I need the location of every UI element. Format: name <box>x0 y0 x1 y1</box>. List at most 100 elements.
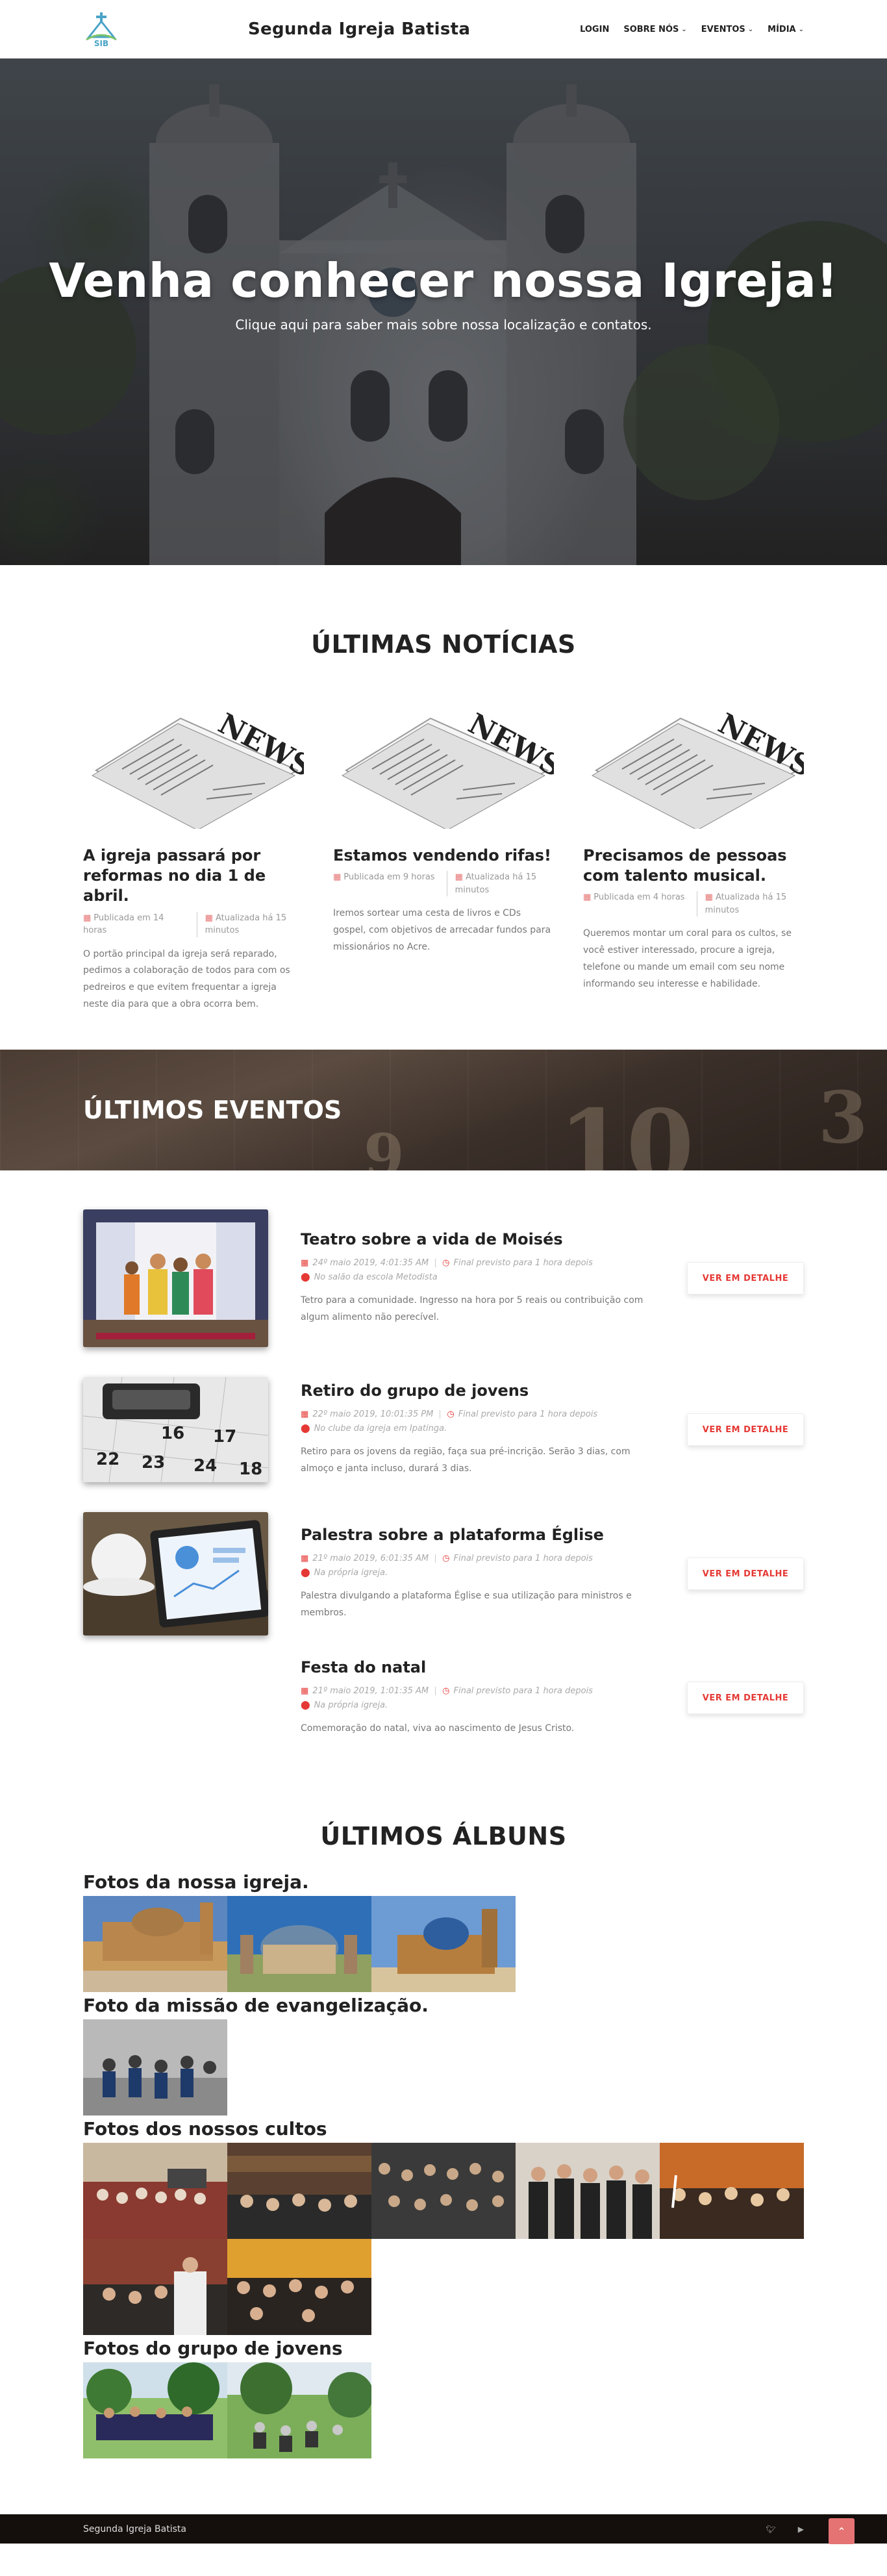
news-updated: Atualizada há 15 minutos <box>705 892 787 915</box>
event-item: Teatro sobre a vida de Moisés ▦ 24º maio … <box>83 1209 804 1347</box>
view-detail-button[interactable]: VER EM DETALHE <box>687 1558 804 1590</box>
calendar-icon: ▦ <box>705 892 713 903</box>
album-photo[interactable] <box>660 2143 804 2239</box>
church-logo-icon[interactable]: SIB <box>83 11 119 47</box>
album-photo[interactable] <box>371 1896 516 1992</box>
event-meta: ▦ 21º maio 2019, 6:01:35 AM ◷ Final previst… <box>301 1552 664 1580</box>
event-meta: ▦ 24º maio 2019, 4:01:35 AM ◷ Final previst… <box>301 1256 664 1285</box>
event-meta: ▦ 21º maio 2019, 1:01:35 AM ◷ Final previst… <box>301 1684 664 1713</box>
event-body: Retiro do grupo de jovens ▦ 22º maio 2019… <box>301 1382 664 1478</box>
youtube-icon[interactable]: ▶ <box>798 2525 804 2534</box>
nav-sobre-nos-label: SOBRE NÓS <box>623 24 679 34</box>
calendar-icon: ▦ <box>301 1554 309 1564</box>
calendar-icon: ▦ <box>301 1409 309 1420</box>
album-photos <box>83 2143 804 2335</box>
event-place: Na própria igreja. <box>314 1568 388 1578</box>
event-title[interactable]: Festa do natal <box>301 1658 664 1676</box>
event-place: No salão da escola Metodista <box>314 1272 438 1283</box>
news-card[interactable]: NEWS Estamos vendendo rifas! ▦ Publicada … <box>333 692 568 1013</box>
event-place: Na própria igreja. <box>314 1700 388 1711</box>
album-photo[interactable] <box>83 2239 227 2335</box>
event-end: Final previsto para 1 hora depois <box>453 1554 593 1564</box>
news-card[interactable]: NEWS Precisamos de pessoas com talento m… <box>583 692 818 1013</box>
nav-login-label: LOGIN <box>580 24 610 34</box>
nav-sobre-nos[interactable]: SOBRE NÓS ⌄ <box>623 25 686 34</box>
event-description: Comemoração do natal, viva ao nascimento… <box>301 1723 575 1734</box>
news-published: Publicada em 4 horas <box>593 892 685 903</box>
album-photo[interactable] <box>516 2143 660 2239</box>
album-photos <box>83 1896 804 1992</box>
album-photo[interactable] <box>227 1896 371 1992</box>
album-photo[interactable] <box>371 2143 516 2239</box>
news-title[interactable]: Estamos vendendo rifas! <box>333 846 554 866</box>
footer-social-links: 🐦︎ ▶ <box>766 2525 804 2534</box>
album-title[interactable]: Foto da missão de evangelização. <box>83 1992 804 2019</box>
album-photos <box>83 2362 804 2458</box>
news-section: ÚLTIMAS NOTÍCIAS NEWS A igreja passará p… <box>0 565 887 1050</box>
news-text: Iremos sortear uma cesta de livros e CDs… <box>333 908 551 952</box>
album-title[interactable]: Fotos dos nossos cultos <box>83 2115 804 2143</box>
news-meta: ▦ Publicada em 14 horas ▦ Atualizada há 15… <box>83 911 304 937</box>
event-meta: ▦ 22º maio 2019, 10:01:35 PM ◷ Final previs… <box>301 1408 664 1436</box>
nav-eventos-label: EVENTOS <box>701 24 745 34</box>
calendar-icon: ▦ <box>301 1686 309 1696</box>
album-photo[interactable] <box>83 2362 227 2458</box>
calendar-event-image: 22 23 24 17 16 18 <box>83 1377 268 1482</box>
events-banner: 10 3 9 ÚLTIMOS EVENTOS <box>0 1050 887 1170</box>
site-title[interactable]: Segunda Igreja Batista <box>248 19 470 39</box>
event-description: Retiro para os jovens da região, faça su… <box>301 1446 631 1474</box>
clock-icon: ◷ <box>442 1686 450 1696</box>
nav-midia[interactable]: MÍDIA ⌄ <box>768 25 804 34</box>
album-photo[interactable] <box>83 2143 227 2239</box>
event-description: Palestra divulgando a plataforma Église … <box>301 1591 632 1619</box>
svg-text:SIB: SIB <box>94 39 108 47</box>
map-marker-icon: ⬤ <box>301 1568 310 1578</box>
nav-eventos[interactable]: EVENTOS ⌄ <box>701 25 753 34</box>
site-header: SIB Segunda Igreja Batista LOGIN SOBRE N… <box>0 0 887 58</box>
clock-icon: ◷ <box>442 1554 450 1564</box>
news-title[interactable]: A igreja passará por reformas no dia 1 d… <box>83 846 304 907</box>
calendar-icon: ▦ <box>301 1258 309 1269</box>
event-date: 21º maio 2019, 1:01:35 AM <box>312 1686 429 1696</box>
tablet-event-image <box>83 1512 268 1635</box>
view-detail-button[interactable]: VER EM DETALHE <box>687 1682 804 1714</box>
view-detail-button[interactable]: VER EM DETALHE <box>687 1413 804 1446</box>
news-grid: NEWS A igreja passará por reformas no di… <box>83 692 818 1013</box>
news-text: O portão principal da igreja será repara… <box>83 948 290 1010</box>
news-meta: ▦ Publicada em 9 horas ▦ Atualizada há 15 … <box>333 871 554 897</box>
album-title[interactable]: Fotos do grupo de jovens <box>83 2335 804 2362</box>
calendar-icon: ▦ <box>83 913 92 923</box>
hero-location-link[interactable]: Clique aqui para saber mais sobre nossa … <box>0 317 887 333</box>
album-title[interactable]: Fotos da nossa igreja. <box>83 1869 804 1896</box>
news-title[interactable]: Precisamos de pessoas com talento musica… <box>583 846 804 886</box>
calendar-icon: ▦ <box>583 892 592 903</box>
news-card[interactable]: NEWS A igreja passará por reformas no di… <box>83 692 318 1013</box>
event-title[interactable]: Palestra sobre a plataforma Église <box>301 1526 664 1544</box>
view-detail-button[interactable]: VER EM DETALHE <box>687 1262 804 1294</box>
album-photo[interactable] <box>227 2239 371 2335</box>
album-photo[interactable] <box>83 2019 227 2115</box>
album-photo[interactable] <box>227 2362 371 2458</box>
svg-text:23: 23 <box>142 1453 165 1472</box>
event-date: 21º maio 2019, 6:01:35 AM <box>312 1554 429 1564</box>
nav-midia-label: MÍDIA <box>768 24 796 34</box>
news-updated: Atualizada há 15 minutos <box>455 872 537 895</box>
news-section-title: ÚLTIMAS NOTÍCIAS <box>311 630 576 659</box>
event-title[interactable]: Teatro sobre a vida de Moisés <box>301 1230 664 1248</box>
chevron-down-icon: ⌄ <box>681 25 687 33</box>
map-marker-icon: ⬤ <box>301 1272 310 1283</box>
main-nav: LOGIN SOBRE NÓS ⌄ EVENTOS ⌄ MÍDIA ⌄ <box>580 25 804 34</box>
event-item: Festa do natal ▦ 21º maio 2019, 1:01:35 A… <box>83 1652 804 1743</box>
event-title[interactable]: Retiro do grupo de jovens <box>301 1382 664 1400</box>
hero-banner: Venha conhecer nossa Igreja! Clique aqui… <box>0 58 887 565</box>
album-photo[interactable] <box>227 2143 371 2239</box>
banner-decoration: 3 <box>818 1076 868 1159</box>
back-to-top-button[interactable]: ⌃ <box>829 2518 855 2544</box>
twitter-icon[interactable]: 🐦︎ <box>766 2525 776 2534</box>
map-marker-icon: ⬤ <box>301 1700 310 1711</box>
event-item: Palestra sobre a plataforma Église ▦ 21º … <box>83 1512 804 1635</box>
events-section: Teatro sobre a vida de Moisés ▦ 24º maio … <box>0 1170 887 1822</box>
nav-login[interactable]: LOGIN <box>580 25 609 34</box>
svg-text:17: 17 <box>213 1427 236 1446</box>
album-photo[interactable] <box>83 1896 227 1992</box>
